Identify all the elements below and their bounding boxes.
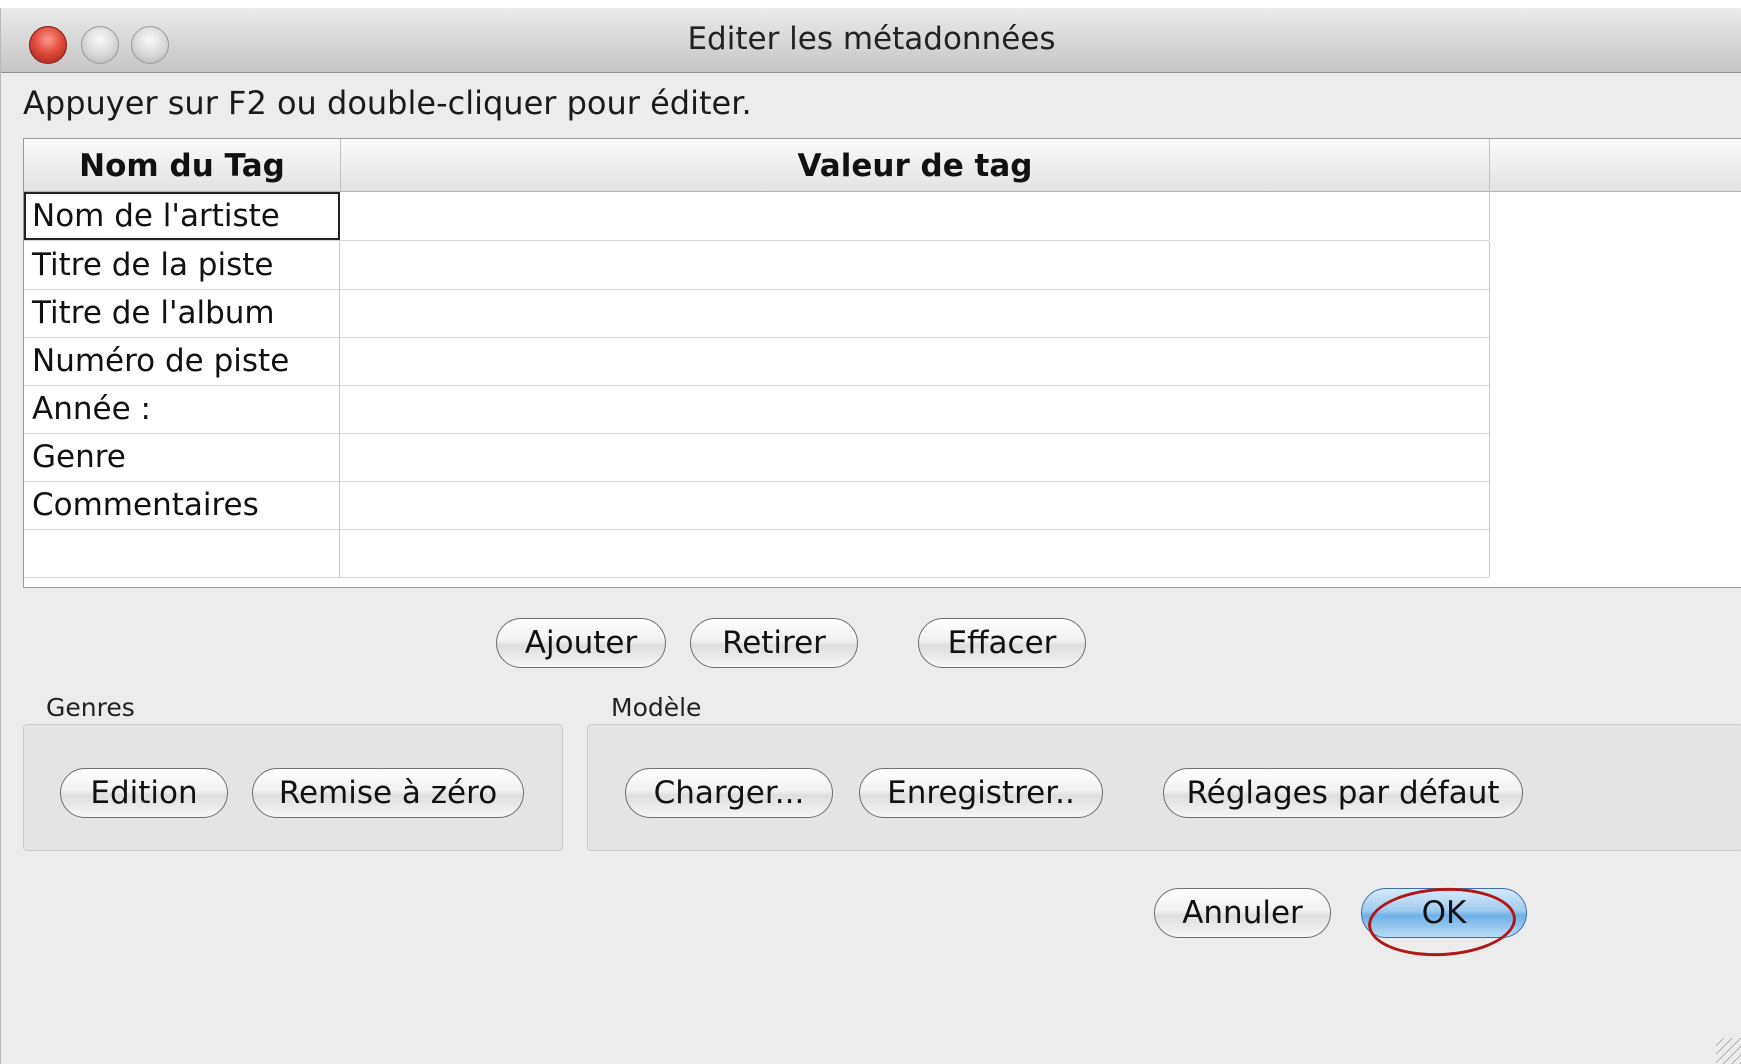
reset-genres-button[interactable]: Remise à zéro <box>252 768 524 818</box>
ok-button[interactable]: OK <box>1361 888 1527 938</box>
tag-value-cell[interactable] <box>341 481 1490 529</box>
table-row[interactable]: Numéro de piste <box>24 337 1490 386</box>
clear-tags-button[interactable]: Effacer <box>918 618 1086 668</box>
default-settings-button[interactable]: Réglages par défaut <box>1163 768 1523 818</box>
table-row[interactable]: Titre de l'album <box>24 289 1490 338</box>
tag-value-cell[interactable] <box>341 337 1490 385</box>
tag-value-cell[interactable] <box>341 385 1490 433</box>
edit-instruction: Appuyer sur F2 ou double-cliquer pour éd… <box>23 84 752 122</box>
load-template-button[interactable]: Charger... <box>625 768 833 818</box>
edit-genres-button[interactable]: Edition <box>60 768 228 818</box>
tag-value-cell[interactable] <box>341 241 1490 289</box>
tag-name-cell[interactable]: Titre de l'album <box>24 289 340 337</box>
table-row[interactable] <box>24 529 1490 578</box>
tag-name-cell[interactable]: Commentaires <box>24 481 340 529</box>
tag-value-cell[interactable] <box>341 433 1490 481</box>
tag-value-cell[interactable] <box>341 289 1490 337</box>
genres-group-label: Genres <box>46 693 135 722</box>
save-template-button[interactable]: Enregistrer.. <box>859 768 1103 818</box>
add-tag-button[interactable]: Ajouter <box>496 618 666 668</box>
column-header-tag-value[interactable]: Valeur de tag <box>341 139 1490 191</box>
tag-name-cell[interactable] <box>24 529 340 577</box>
tag-table: Nom du Tag Valeur de tag Nom de l'artist… <box>23 138 1741 588</box>
table-row[interactable]: Nom de l'artiste <box>24 192 1490 241</box>
table-row[interactable]: Commentaires <box>24 481 1490 530</box>
table-header: Nom du Tag Valeur de tag <box>24 139 1741 192</box>
table-row[interactable]: Année : <box>24 385 1490 434</box>
tag-name-cell[interactable]: Année : <box>24 385 340 433</box>
tag-name-cell[interactable]: Genre <box>24 433 340 481</box>
table-row[interactable]: Genre <box>24 433 1490 482</box>
model-group-label: Modèle <box>611 693 702 722</box>
tag-name-cell[interactable]: Numéro de piste <box>24 337 340 385</box>
tag-value-cell[interactable] <box>341 529 1490 577</box>
metadata-dialog: Editer les métadonnées Appuyer sur F2 ou… <box>0 8 1741 1064</box>
resize-grip-icon[interactable] <box>1716 1038 1741 1064</box>
tag-name-cell[interactable]: Nom de l'artiste <box>24 192 340 240</box>
window-title: Editer les métadonnées <box>687 21 1056 57</box>
tag-name-cell[interactable]: Titre de la piste <box>24 241 340 289</box>
column-header-tag-name[interactable]: Nom du Tag <box>24 139 341 191</box>
remove-tag-button[interactable]: Retirer <box>690 618 858 668</box>
title-bar[interactable]: Editer les métadonnées <box>1 8 1741 73</box>
cancel-button[interactable]: Annuler <box>1154 888 1331 938</box>
table-row[interactable]: Titre de la piste <box>24 241 1490 290</box>
tag-value-cell[interactable] <box>341 192 1490 240</box>
